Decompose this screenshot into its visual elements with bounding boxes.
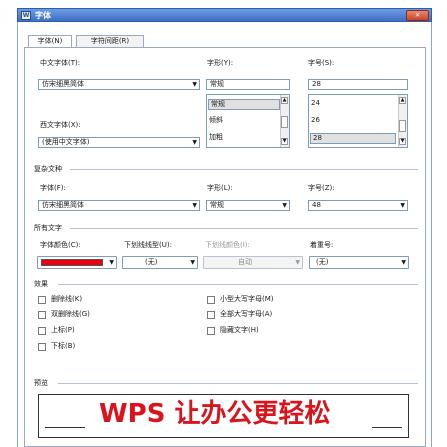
chevron-down-icon: ▼ (190, 259, 195, 266)
font-color-select[interactable]: ▼ (37, 256, 117, 269)
chinese-font-value: 仿宋细黑简体 (42, 80, 84, 88)
style-listbox[interactable]: 常规 倾斜 加粗 ▲ ▼ (206, 94, 290, 148)
close-button[interactable]: × (406, 10, 429, 21)
small-caps-checkbox[interactable] (207, 296, 215, 304)
underline-type-label: 下划线线型(U): (124, 241, 172, 249)
size-option[interactable]: 28 (310, 133, 396, 144)
hidden-text-label: 隐藏文字(H) (220, 326, 259, 334)
complex-size-label: 字号(Z): (308, 184, 335, 192)
emphasis-value: (无) (316, 258, 329, 266)
complex-style-select[interactable]: 常规 ▼ (206, 200, 290, 211)
size-label: 字号(S): (308, 59, 335, 67)
size-listbox[interactable]: 24 26 28 ▲ ▼ (308, 94, 408, 148)
style-scrollbar[interactable]: ▲ ▼ (280, 95, 289, 147)
complex-style-value: 常规 (210, 201, 224, 209)
preview-text: WPS 让办公更轻松 (99, 399, 331, 429)
section-divider (70, 228, 418, 229)
style-option[interactable]: 加粗 (209, 133, 223, 142)
complex-size-value: 48 (312, 201, 321, 209)
preview-box: WPS 让办公更轻松 (38, 394, 409, 438)
font-color-swatch (41, 259, 103, 266)
effects-section-label: 效果 (34, 280, 48, 288)
all-caps-checkbox[interactable] (207, 311, 215, 319)
scroll-thumb[interactable] (281, 116, 288, 128)
all-text-section-label: 所有文字 (34, 224, 62, 232)
style-input[interactable]: 常规 (206, 79, 290, 90)
underline-color-value: 自动 (238, 258, 252, 266)
scroll-up-icon[interactable]: ▲ (281, 97, 288, 104)
scroll-thumb[interactable] (399, 120, 406, 132)
western-font-label: 西文字体(X): (40, 121, 81, 129)
emphasis-label: 着重号: (310, 241, 334, 249)
scroll-down-icon[interactable]: ▼ (281, 138, 288, 145)
chevron-down-icon: ▼ (401, 259, 406, 266)
western-font-value: (使用中文字体) (42, 138, 90, 146)
superscript-checkbox[interactable] (38, 327, 46, 335)
complex-font-select[interactable]: 仿宋细黑简体 ▼ (38, 200, 200, 211)
chevron-down-icon: ▼ (109, 259, 114, 266)
underline-color-label: 下划线颜色(I): (205, 241, 250, 249)
preview-section-label: 预览 (34, 379, 48, 387)
chevron-down-icon: ▼ (192, 81, 197, 88)
chevron-down-icon: ▼ (295, 259, 300, 266)
hidden-text-checkbox[interactable] (207, 327, 215, 335)
double-strikethrough-label: 双删除线(G) (51, 310, 90, 318)
size-scrollbar[interactable]: ▲ ▼ (398, 95, 407, 147)
preview-baseline (372, 427, 402, 428)
chevron-down-icon: ▼ (400, 202, 405, 209)
western-font-select[interactable]: (使用中文字体) ▼ (38, 137, 200, 148)
font-color-label: 字体颜色(C): (40, 241, 81, 249)
complex-font-value: 仿宋细黑简体 (42, 201, 84, 209)
subscript-label: 下标(B) (51, 342, 76, 350)
section-divider (70, 169, 418, 170)
window-title: 字体 (35, 11, 51, 20)
chevron-down-icon: ▼ (192, 202, 197, 209)
style-option[interactable]: 倾斜 (209, 116, 223, 125)
small-caps-label: 小型大写字母(M) (220, 295, 274, 303)
subscript-checkbox[interactable] (38, 343, 46, 351)
section-divider (58, 383, 418, 384)
preview-baseline (45, 427, 85, 428)
strikethrough-label: 删除线(K) (51, 295, 83, 303)
underline-type-value: (无) (145, 258, 158, 266)
title-bar: W 字体 × (17, 8, 432, 22)
double-strikethrough-checkbox[interactable] (38, 311, 46, 319)
emphasis-select[interactable]: (无) ▼ (309, 256, 409, 269)
style-label: 字形(Y): (207, 59, 234, 67)
chinese-font-select[interactable]: 仿宋细黑简体 ▼ (38, 79, 200, 90)
underline-color-select[interactable]: 自动 ▼ (203, 256, 303, 269)
style-option[interactable]: 常规 (208, 99, 280, 110)
all-caps-label: 全部大写字母(A) (220, 310, 273, 318)
app-icon: W (21, 11, 31, 20)
section-divider (58, 284, 418, 285)
superscript-label: 上标(P) (51, 326, 75, 334)
complex-size-select[interactable]: 48 ▼ (308, 200, 408, 211)
strikethrough-checkbox[interactable] (38, 296, 46, 304)
scroll-down-icon[interactable]: ▼ (399, 138, 406, 145)
complex-font-label: 字体(F): (40, 184, 66, 192)
size-option[interactable]: 26 (311, 116, 320, 125)
chevron-down-icon: ▼ (192, 139, 197, 146)
chevron-down-icon: ▼ (282, 202, 287, 209)
chinese-font-label: 中文字体(T): (40, 59, 81, 67)
complex-style-label: 字形(L): (207, 184, 233, 192)
scroll-up-icon[interactable]: ▲ (399, 97, 406, 104)
underline-type-select[interactable]: (无) ▼ (122, 256, 198, 269)
complex-section-label: 复杂文种 (34, 165, 62, 173)
size-option[interactable]: 24 (311, 99, 320, 108)
size-input[interactable]: 28 (308, 79, 408, 90)
